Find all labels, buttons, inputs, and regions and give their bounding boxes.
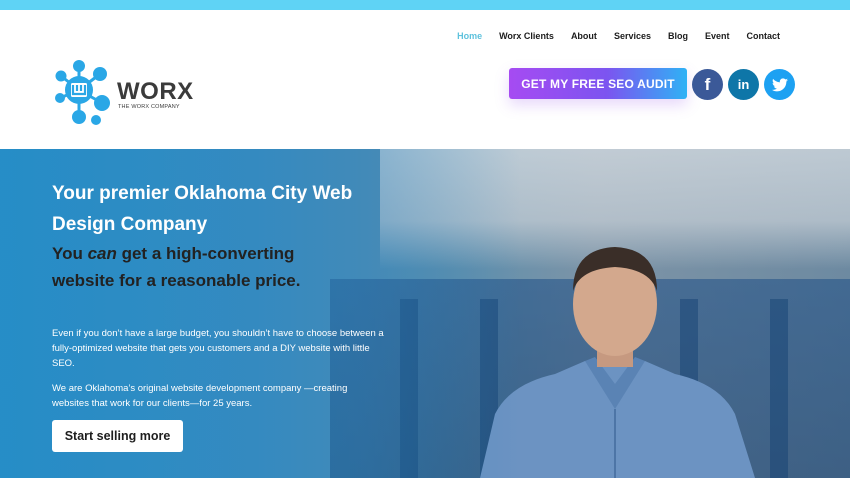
linkedin-icon[interactable]: in [728, 69, 759, 100]
logo-tagline: THE WORX COMPANY [118, 104, 180, 110]
nav-blog[interactable]: Blog [668, 31, 688, 41]
twitter-icon[interactable] [764, 69, 795, 100]
hero-background-pillar [770, 299, 788, 478]
start-selling-button[interactable]: Start selling more [52, 420, 183, 452]
hero-paragraph-budget: Even if you don’t have a large budget, y… [52, 328, 384, 369]
hero-section: Your premier Oklahoma City Web Design Co… [0, 149, 850, 478]
molecule-logo-icon [55, 60, 110, 125]
twitter-bird-icon [771, 77, 788, 91]
site-header: Home Worx Clients About Services Blog Ev… [0, 10, 850, 149]
nav-worx-clients[interactable]: Worx Clients [499, 31, 554, 41]
nav-event[interactable]: Event [705, 31, 730, 41]
nav-services[interactable]: Services [614, 31, 651, 41]
hero-title: Your premier Oklahoma City Web Design Co… [52, 183, 353, 235]
free-seo-audit-button[interactable]: GET MY FREE SEO AUDIT [509, 68, 687, 99]
main-nav: Home Worx Clients About Services Blog Ev… [440, 31, 780, 41]
nav-contact[interactable]: Contact [747, 31, 781, 41]
logo-wordmark: WORX [117, 78, 194, 105]
nav-about[interactable]: About [571, 31, 597, 41]
hero-paragraph-history: We are Oklahoma’s original website devel… [52, 383, 348, 409]
top-accent-strip [0, 0, 850, 10]
worx-logo[interactable]: WORX THE WORX COMPANY [54, 56, 194, 128]
hero-subtitle: You can get a high-converting website fo… [52, 244, 301, 290]
facebook-icon[interactable]: f [692, 69, 723, 100]
nav-home[interactable]: Home [457, 31, 482, 41]
